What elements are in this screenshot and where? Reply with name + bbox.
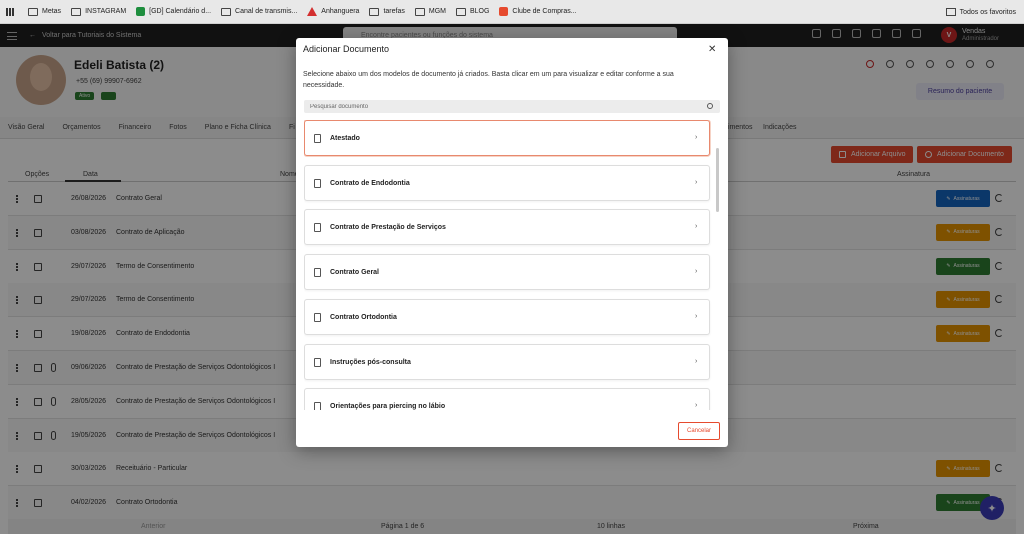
add-document-modal: Adicionar Documento ✕ Selecione abaixo u… <box>296 38 728 447</box>
template-label: Contrato Ortodontia <box>330 313 397 321</box>
chevron-right-icon: › <box>695 178 698 186</box>
modal-title: Adicionar Documento <box>303 44 390 54</box>
folder-icon <box>221 7 232 16</box>
warning-favicon-icon <box>307 7 318 16</box>
document-template-item[interactable]: Instruções pós-consulta › <box>304 343 710 380</box>
template-label: Orientações para piercing no lábio <box>330 403 446 410</box>
template-label: Contrato Geral <box>330 269 380 277</box>
bookmark-blog[interactable]: BLOG <box>455 7 489 16</box>
chevron-right-icon: › <box>695 312 698 320</box>
chevron-right-icon: › <box>695 268 698 276</box>
template-label: Instruções pós-consulta <box>330 358 411 366</box>
document-template-item[interactable]: Contrato Geral › <box>304 254 710 291</box>
document-template-item[interactable]: Contrato Ortodontia › <box>304 298 710 335</box>
modal-description: Selecione abaixo um dos modelos de docum… <box>303 71 674 89</box>
chevron-right-icon: › <box>695 134 698 141</box>
document-template-item[interactable]: Atestado › <box>304 120 710 156</box>
folder-icon <box>945 8 956 16</box>
all-bookmarks[interactable]: Todos os favoritos <box>945 0 1016 24</box>
chevron-right-icon: › <box>695 357 698 365</box>
document-icon <box>314 223 321 233</box>
document-icon <box>314 312 321 322</box>
template-label: Atestado <box>330 135 360 142</box>
document-icon <box>314 178 321 188</box>
calendar-favicon-icon <box>136 7 146 16</box>
scrollbar[interactable] <box>716 148 719 212</box>
document-icon <box>314 134 321 143</box>
chevron-right-icon: › <box>695 402 698 410</box>
folder-icon <box>455 7 466 16</box>
document-search-input[interactable] <box>304 100 720 113</box>
document-template-item[interactable]: Contrato de Endodontia › <box>304 164 710 201</box>
document-template-item[interactable]: Orientações para piercing no lábio › <box>304 388 710 410</box>
bookmark-tarefas[interactable]: tarefas <box>369 7 405 16</box>
apps-grid-icon[interactable] <box>6 7 14 16</box>
document-icon <box>314 402 321 410</box>
bookmark-calendario[interactable]: [GD] Calendário d... <box>136 7 211 16</box>
bookmark-canal[interactable]: Canal de transmis... <box>221 7 297 16</box>
store-favicon-icon <box>499 7 509 16</box>
template-label: Contrato de Endodontia <box>330 179 410 187</box>
close-icon[interactable]: ✕ <box>708 44 716 55</box>
document-template-item[interactable]: Contrato de Prestação de Serviços › <box>304 209 710 246</box>
cancel-button[interactable]: Cancelar <box>678 422 720 440</box>
document-icon <box>314 357 321 367</box>
folder-icon <box>28 7 38 16</box>
bookmark-anhanguera[interactable]: Anhanguera <box>307 7 359 16</box>
folder-icon <box>414 7 425 16</box>
chevron-right-icon: › <box>695 223 698 231</box>
bookmark-clube[interactable]: Clube de Compras... <box>499 7 577 16</box>
document-template-list: Atestado › Contrato de Endodontia › Contrato… <box>304 120 714 410</box>
bookmarks-bar: Metas INSTAGRAM [GD] Calendário d... Can… <box>0 0 1024 24</box>
document-icon <box>314 268 321 278</box>
bookmark-metas[interactable]: Metas <box>28 7 61 16</box>
folder-icon <box>71 7 82 16</box>
template-label: Contrato de Prestação de Serviços <box>330 224 446 232</box>
folder-icon <box>369 7 380 16</box>
bookmark-instagram[interactable]: INSTAGRAM <box>71 7 126 16</box>
search-icon <box>707 103 713 109</box>
bookmark-mgm[interactable]: MGM <box>414 7 446 16</box>
